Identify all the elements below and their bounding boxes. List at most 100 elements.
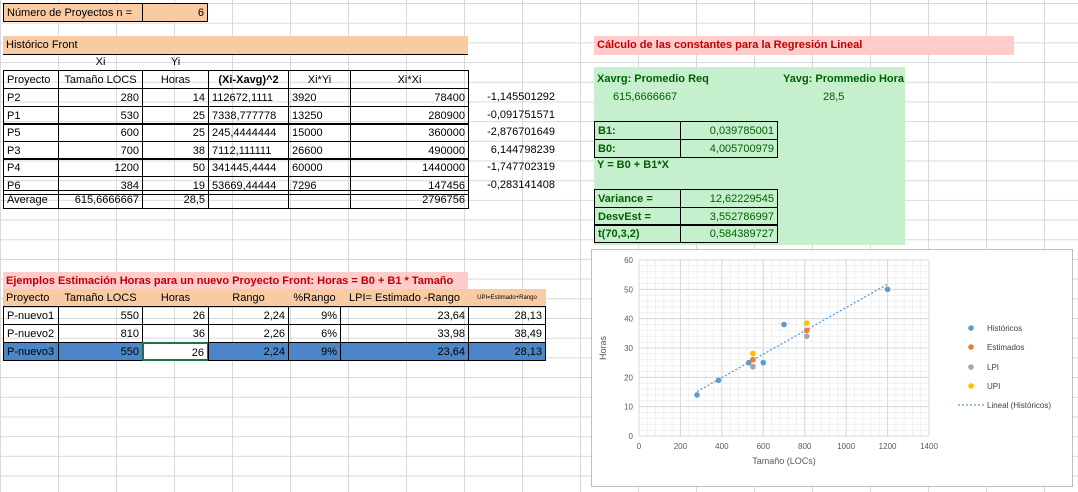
hist-cell-4-0[interactable]: P4 xyxy=(3,158,59,178)
legend-marker xyxy=(968,383,974,389)
ej-cell-2-0[interactable]: P-nuevo3 xyxy=(3,342,59,361)
legend-label: Estimados xyxy=(987,343,1024,352)
hist-cell-3-5[interactable]: 490000 xyxy=(350,140,469,160)
y-tick-label: 0 xyxy=(629,432,634,441)
hist-cell-0-0[interactable]: P2 xyxy=(3,88,59,107)
point-upi xyxy=(750,350,756,357)
x-tick-label: 800 xyxy=(798,442,812,451)
legend-marker xyxy=(968,325,974,331)
n-projects-value[interactable]: 6 xyxy=(142,3,208,22)
ej-cell-0-6[interactable]: 28,13 xyxy=(468,306,546,325)
ej-cell-0-5[interactable]: 23,64 xyxy=(340,306,469,325)
t-value[interactable]: 0,584389727 xyxy=(680,224,778,243)
hist-cell-2-5[interactable]: 360000 xyxy=(350,123,469,143)
hist-cell-2-0[interactable]: P5 xyxy=(3,123,59,143)
hist-cell-4-6[interactable]: -1,747702319 xyxy=(468,158,558,177)
hist-cell-4-4[interactable]: 60000 xyxy=(288,158,351,178)
hist-average-1[interactable]: 615,6666667 xyxy=(58,190,143,209)
point-históricos xyxy=(884,286,891,293)
hist-cell-0-2[interactable]: 14 xyxy=(142,88,209,107)
variance-value[interactable]: 12,62229545 xyxy=(680,189,778,208)
n-projects-label[interactable]: Número de Proyectos n = xyxy=(3,3,143,22)
point-lpi xyxy=(750,363,756,370)
b1-value[interactable]: 0,039785001 xyxy=(680,121,778,140)
x-tick-label: 1400 xyxy=(920,442,938,451)
hist-cell-0-1[interactable]: 280 xyxy=(58,88,143,107)
hist-cell-0-3[interactable]: 112672,1111 xyxy=(208,88,289,107)
hist-cell-4-5[interactable]: 1440000 xyxy=(350,158,469,178)
hist-average-5[interactable]: 2796756 xyxy=(350,190,469,209)
hist-header-2[interactable]: Horas xyxy=(142,70,209,89)
ej-cell-2-6[interactable]: 28,13 xyxy=(468,342,546,361)
ej-cell-2-1[interactable]: 550 xyxy=(58,342,143,361)
hist-cell-2-1[interactable]: 600 xyxy=(58,123,143,143)
hist-cell-1-2[interactable]: 25 xyxy=(142,105,209,125)
hist-average-3[interactable] xyxy=(208,190,289,209)
hist-header-4[interactable]: Xi*Yi xyxy=(288,70,351,89)
hist-cell-4-3[interactable]: 341445,4444 xyxy=(208,158,289,178)
ej-cell-0-4[interactable]: 9% xyxy=(288,306,341,325)
ej-cell-1-3[interactable]: 2,26 xyxy=(208,324,289,343)
ej-cell-2-5[interactable]: 23,64 xyxy=(340,342,469,361)
hist-average-2[interactable]: 28,5 xyxy=(142,190,209,209)
hist-cell-0-6[interactable]: -1,145501292 xyxy=(468,88,558,107)
hist-average-4[interactable] xyxy=(288,190,351,209)
hist-cell-3-6[interactable]: 6,144798239 xyxy=(468,141,558,160)
ej-cell-1-4[interactable]: 6% xyxy=(288,324,341,343)
hist-cell-1-6[interactable]: -0,091751571 xyxy=(468,106,558,125)
ej-cell-1-2[interactable]: 36 xyxy=(142,324,209,343)
xavg-label[interactable]: Xavrg: Promedio Req xyxy=(594,70,774,89)
hist-cell-3-1[interactable]: 700 xyxy=(58,140,143,160)
yavg-label[interactable]: Yavg: Prommedio Horas xyxy=(780,70,904,89)
hist-header-3[interactable]: (Xi-Xavg)^2 xyxy=(208,70,289,89)
legend-label: Históricos xyxy=(987,324,1022,333)
trendline xyxy=(696,283,888,393)
ej-cell-1-0[interactable]: P-nuevo2 xyxy=(3,324,59,343)
scatter-chart[interactable]: 0 200 400 600 800 1000 1200 1400 0 10 20 30 40 50 60 Ta… xyxy=(591,249,1073,487)
xavg-value[interactable]: 615,6666667 xyxy=(610,88,730,107)
ej-cell-1-6[interactable]: 38,49 xyxy=(468,324,546,343)
ej-cell-0-1[interactable]: 550 xyxy=(58,306,143,325)
hist-cell-2-2[interactable]: 25 xyxy=(142,123,209,143)
hist-cell-1-1[interactable]: 530 xyxy=(58,105,143,125)
x-tick-label: 1200 xyxy=(879,442,897,451)
hist-cell-4-2[interactable]: 50 xyxy=(142,158,209,178)
ej-cell-2-4[interactable]: 9% xyxy=(288,342,341,361)
variance-label[interactable]: Variance = xyxy=(594,189,681,208)
hist-cell-1-5[interactable]: 280900 xyxy=(350,105,469,125)
yavg-value[interactable]: 28,5 xyxy=(820,88,880,107)
hist-cell-5-6[interactable]: -0,283141408 xyxy=(468,176,558,195)
hist-header-0[interactable]: Proyecto xyxy=(3,70,59,89)
y-tick-label: 10 xyxy=(624,403,633,412)
hist-cell-1-0[interactable]: P1 xyxy=(3,105,59,125)
hist-cell-0-5[interactable]: 78400 xyxy=(350,88,469,107)
ej-cell-0-3[interactable]: 2,24 xyxy=(208,306,289,325)
ej-cell-0-0[interactable]: P-nuevo1 xyxy=(3,306,59,325)
hist-cell-3-4[interactable]: 26600 xyxy=(288,140,351,160)
hist-cell-1-3[interactable]: 7338,777778 xyxy=(208,105,289,125)
ej-cell-0-2[interactable]: 26 xyxy=(142,306,209,325)
hist-cell-2-3[interactable]: 245,4444444 xyxy=(208,123,289,143)
hist-header-1[interactable]: Tamaño LOCS xyxy=(58,70,143,89)
hist-cell-2-6[interactable]: -2,876701649 xyxy=(468,123,558,142)
formula-text[interactable]: Y = B0 + B1*X xyxy=(594,156,734,175)
hist-cell-0-4[interactable]: 3920 xyxy=(288,88,351,107)
hist-average-0[interactable]: Average xyxy=(3,190,59,209)
t-label[interactable]: t(70,3,2) xyxy=(594,224,681,243)
hist-cell-3-0[interactable]: P3 xyxy=(3,140,59,160)
b1-label[interactable]: B1: xyxy=(594,121,681,140)
ej-cell-2-2[interactable]: 26 xyxy=(142,342,209,361)
ej-cell-2-3[interactable]: 2,24 xyxy=(208,342,289,361)
hist-cell-4-1[interactable]: 1200 xyxy=(58,158,143,178)
hist-cell-2-4[interactable]: 15000 xyxy=(288,123,351,143)
hist-cell-3-2[interactable]: 38 xyxy=(142,140,209,160)
ej-cell-1-5[interactable]: 33,98 xyxy=(340,324,469,343)
hist-cell-1-4[interactable]: 13250 xyxy=(288,105,351,125)
y-tick-label: 30 xyxy=(624,344,633,353)
calculo-title[interactable]: Cálculo de las constantes para la Regres… xyxy=(594,36,1014,55)
legend-label: UPI xyxy=(987,382,1000,391)
hist-cell-3-3[interactable]: 7112,111111 xyxy=(208,140,289,160)
point-históricos xyxy=(760,359,767,366)
ej-cell-1-1[interactable]: 810 xyxy=(58,324,143,343)
hist-header-5[interactable]: Xi*Xi xyxy=(350,70,469,89)
